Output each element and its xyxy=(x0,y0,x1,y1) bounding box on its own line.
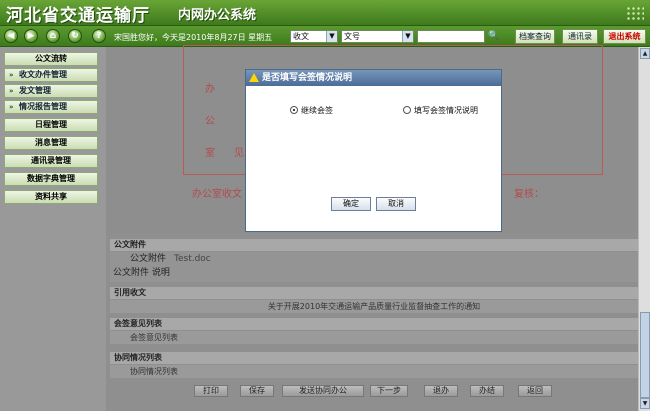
attachments-header: 公文附件 xyxy=(110,239,638,251)
sidebar-item-outgoing[interactable]: » 发文管理 xyxy=(4,84,98,98)
ok-button[interactable]: 确定 xyxy=(331,197,371,211)
chevron-down-icon: ▼ xyxy=(326,31,337,42)
sidebar-item-dictionary[interactable]: 数据字典管理 xyxy=(4,172,98,186)
doc-label-shi: 室 xyxy=(205,148,215,159)
print-button[interactable]: 打印 xyxy=(194,385,228,397)
return-button[interactable]: 退办 xyxy=(424,385,458,397)
forward-icon[interactable]: ▶ xyxy=(24,29,38,43)
continue-cosign-radio[interactable] xyxy=(290,106,298,114)
sidebar-item-schedule[interactable]: 日程管理 xyxy=(4,118,98,132)
sidebar-item-contacts[interactable]: 通讯录管理 xyxy=(4,154,98,168)
vertical-scrollbar[interactable]: ▲ ▼ xyxy=(638,47,650,411)
scroll-down-icon[interactable]: ▼ xyxy=(640,398,650,409)
send-cooperation-button[interactable]: 发送协同办公 xyxy=(282,385,364,397)
sidebar: 公文流转 » 收文办件管理 » 发文管理 » 情况报告管理 日程管理 消息管理 通讯录… xyxy=(0,47,106,411)
dialog-title: 是否填写会签情况说明 xyxy=(262,73,353,83)
cancel-button[interactable]: 取消 xyxy=(376,197,416,211)
sidebar-item-label: 发文管理 xyxy=(19,86,51,95)
app-title: 河北省交通运输厅 xyxy=(6,6,150,26)
next-step-button[interactable]: 下一步 xyxy=(370,385,408,397)
fill-explanation-radio[interactable] xyxy=(403,106,411,114)
greeting-text: 宋国胜您好，今天是2010年8月27日 星期五 xyxy=(114,33,273,42)
contacts-button[interactable]: 通讯录 xyxy=(562,29,598,44)
doc-type-select[interactable]: 收文 ▼ xyxy=(290,30,338,43)
warning-icon xyxy=(249,73,259,82)
dialog-title-bar: 是否填写会签情况说明 xyxy=(246,70,501,86)
chevron-down-icon: ▼ xyxy=(402,31,413,42)
app-banner: 河北省交通运输厅 内网办公系统 xyxy=(0,0,650,26)
review-label: 复核： xyxy=(514,189,544,200)
opinions-list: 会签意见列表 xyxy=(110,331,638,344)
scroll-up-icon[interactable]: ▲ xyxy=(640,48,650,59)
save-button[interactable]: 保存 xyxy=(240,385,274,397)
sidebar-item-messages[interactable]: 消息管理 xyxy=(4,136,98,150)
continue-cosign-label[interactable]: 继续会签 xyxy=(301,105,333,116)
doc-label-jian: 见 xyxy=(234,148,244,159)
toolbar: ◀ ▶ ⌂ ↻ ? 宋国胜您好，今天是2010年8月27日 星期五 收文 ▼ 文号… xyxy=(0,26,650,47)
search-icon[interactable]: 🔍 xyxy=(488,31,499,41)
refresh-icon[interactable]: ↻ xyxy=(68,29,82,43)
doc-label-ban: 办 xyxy=(205,84,215,95)
scroll-thumb[interactable] xyxy=(640,312,650,398)
double-chevron-icon: » xyxy=(9,87,14,95)
cooperation-list: 协同情况列表 xyxy=(110,365,638,378)
sidebar-item-reports[interactable]: » 情况报告管理 xyxy=(4,100,98,114)
double-chevron-icon: » xyxy=(9,103,14,111)
cited-item-link[interactable]: 关于开展2010年交通运输产品质量行业监督抽查工作的通知 xyxy=(110,300,638,313)
sidebar-item-label: 情况报告管理 xyxy=(19,102,67,111)
fill-explanation-label[interactable]: 填写会签情况说明 xyxy=(414,105,478,116)
search-input[interactable] xyxy=(417,30,485,43)
logout-button[interactable]: 退出系统 xyxy=(603,29,646,44)
archive-search-button[interactable]: 档案查询 xyxy=(515,29,555,44)
double-chevron-icon: » xyxy=(9,71,14,79)
sidebar-item-label: 收文办件管理 xyxy=(19,70,67,79)
office-receipt-label: 办公室收文 xyxy=(192,189,242,200)
attachments-body: 公文附件 Test.doc 公文附件 说明 xyxy=(110,252,638,282)
search-field-value: 文号 xyxy=(344,32,360,41)
opinions-header: 会签意见列表 xyxy=(110,318,638,330)
sidebar-item-incoming[interactable]: » 收文办件管理 xyxy=(4,68,98,82)
back-button[interactable]: 返回 xyxy=(518,385,552,397)
attachment-label: 公文附件 xyxy=(130,254,167,264)
help-icon[interactable]: ? xyxy=(92,29,106,43)
cosign-dialog: 是否填写会签情况说明 继续会签 填写会签情况说明 确定 取消 xyxy=(245,69,502,232)
home-icon[interactable]: ⌂ xyxy=(46,29,60,43)
search-field-select[interactable]: 文号 ▼ xyxy=(341,30,414,43)
app-subtitle: 内网办公系统 xyxy=(178,8,257,23)
cooperation-header: 协同情况列表 xyxy=(110,352,638,364)
attachment-desc: 公文附件 说明 xyxy=(113,268,170,278)
doc-label-gong: 公 xyxy=(205,116,215,127)
cited-header: 引用收文 xyxy=(110,287,638,299)
sidebar-item-sharing[interactable]: 资料共享 xyxy=(4,190,98,204)
doc-type-value: 收文 xyxy=(293,32,309,41)
back-icon[interactable]: ◀ xyxy=(4,29,18,43)
decor-dots xyxy=(626,6,644,20)
attachment-file-link[interactable]: Test.doc xyxy=(174,253,211,266)
finish-button[interactable]: 办结 xyxy=(470,385,504,397)
sidebar-item-workflow[interactable]: 公文流转 xyxy=(4,52,98,66)
